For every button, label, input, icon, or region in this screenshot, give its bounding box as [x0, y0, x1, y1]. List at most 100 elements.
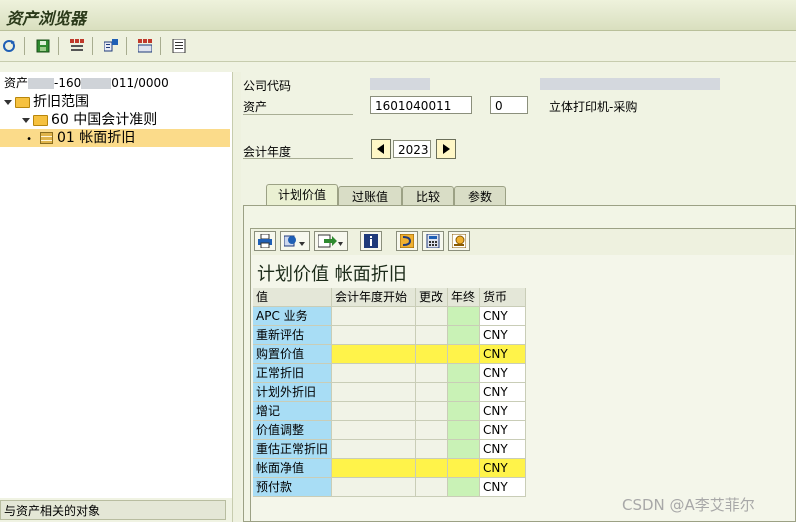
cell-currency[interactable]: CNY	[480, 402, 526, 421]
panel-splitter[interactable]	[232, 72, 241, 522]
export-dropdown-icon[interactable]	[314, 231, 348, 251]
row-label[interactable]: 购置价值	[253, 345, 332, 364]
cell-fiscal-year-start[interactable]	[332, 421, 416, 440]
column-header-change[interactable]: 更改	[416, 288, 448, 307]
asset-description: 立体打印机-采购	[549, 100, 638, 114]
tree-expand-icon[interactable]	[68, 37, 86, 55]
cell-year-end[interactable]	[448, 345, 480, 364]
list-icon[interactable]	[170, 37, 188, 55]
cell-currency[interactable]: CNY	[480, 478, 526, 497]
cell-fiscal-year-start[interactable]	[332, 345, 416, 364]
tab-parameters[interactable]: 参数	[454, 186, 506, 206]
grid-toolbar	[252, 229, 794, 255]
cell-fiscal-year-start[interactable]	[332, 383, 416, 402]
view-dropdown-icon[interactable]	[280, 231, 310, 251]
next-year-button[interactable]	[436, 139, 456, 159]
folder-icon	[15, 96, 30, 108]
section-title: 计划价值 帐面折旧	[257, 264, 407, 285]
row-label[interactable]: 价值调整	[253, 421, 332, 440]
cell-fiscal-year-start[interactable]	[332, 478, 416, 497]
row-label[interactable]: APC 业务	[253, 307, 332, 326]
cell-fiscal-year-start[interactable]	[332, 402, 416, 421]
settings-icon[interactable]	[136, 37, 154, 55]
asset-number-field[interactable]: 1601040011	[370, 96, 472, 114]
cell-currency[interactable]: CNY	[480, 307, 526, 326]
tab-posted-values[interactable]: 过账值	[338, 186, 402, 206]
cell-year-end[interactable]	[448, 402, 480, 421]
cell-fiscal-year-start[interactable]	[332, 307, 416, 326]
column-header-year-end[interactable]: 年终	[448, 288, 480, 307]
cell-change[interactable]	[416, 421, 448, 440]
cell-year-end[interactable]	[448, 440, 480, 459]
cell-year-end[interactable]	[448, 364, 480, 383]
asset-tree-panel: 资产 -160 011/0000 折旧范围 60 中国会计准则 • 01 帐面折旧	[0, 72, 233, 498]
cell-fiscal-year-start[interactable]	[332, 326, 416, 345]
tab-planned-values[interactable]: 计划价值	[266, 184, 338, 206]
row-label[interactable]: 增记	[253, 402, 332, 421]
cell-change[interactable]	[416, 307, 448, 326]
cell-currency[interactable]: CNY	[480, 440, 526, 459]
related-objects-panel[interactable]: 与资产相关的对象	[0, 500, 226, 520]
cell-change[interactable]	[416, 440, 448, 459]
cell-year-end[interactable]	[448, 478, 480, 497]
cell-change[interactable]	[416, 402, 448, 421]
tree-node-accounting-standard[interactable]: 60 中国会计准则	[22, 111, 157, 129]
hierarchy-icon[interactable]	[102, 37, 120, 55]
row-label[interactable]: 重新评估	[253, 326, 332, 345]
tree-node-book-depreciation[interactable]: • 01 帐面折旧	[0, 129, 230, 147]
asset-subnumber-field[interactable]: 0	[490, 96, 528, 114]
cell-change[interactable]	[416, 459, 448, 478]
row-label[interactable]: 正常折旧	[253, 364, 332, 383]
fiscal-year-field[interactable]: 2023	[393, 140, 431, 158]
window-title: 资产浏览器	[6, 9, 87, 28]
tab-comparison[interactable]: 比较	[402, 186, 454, 206]
cell-change[interactable]	[416, 364, 448, 383]
cell-year-end[interactable]	[448, 307, 480, 326]
graphic-icon[interactable]	[396, 231, 418, 251]
cell-currency[interactable]: CNY	[480, 383, 526, 402]
company-code-masked	[370, 78, 430, 90]
cell-year-end[interactable]	[448, 459, 480, 478]
folder-icon	[33, 114, 48, 126]
cell-year-end[interactable]	[448, 421, 480, 440]
cell-fiscal-year-start[interactable]	[332, 440, 416, 459]
cell-change[interactable]	[416, 345, 448, 364]
print-icon[interactable]	[254, 231, 276, 251]
cell-currency[interactable]: CNY	[480, 345, 526, 364]
asset-tree-header: 资产 -160 011/0000	[4, 76, 169, 90]
cell-change[interactable]	[416, 326, 448, 345]
title-bar: 资产浏览器	[0, 0, 796, 31]
cell-fiscal-year-start[interactable]	[332, 459, 416, 478]
row-label[interactable]: 帐面净值	[253, 459, 332, 478]
application-toolbar	[0, 31, 796, 62]
tree-node-depreciation-area[interactable]: 折旧范围	[4, 93, 89, 111]
company-name-masked	[540, 78, 720, 90]
column-header-fiscal-year-start[interactable]: 会计年度开始	[332, 288, 416, 307]
chevron-down-icon[interactable]	[22, 117, 30, 123]
cell-currency[interactable]: CNY	[480, 421, 526, 440]
calculator-icon[interactable]	[422, 231, 444, 251]
watermark: CSDN @A李艾菲尔	[622, 496, 755, 514]
row-label[interactable]: 计划外折旧	[253, 383, 332, 402]
row-label[interactable]: 预付款	[253, 478, 332, 497]
cell-change[interactable]	[416, 478, 448, 497]
masked-text	[81, 78, 112, 89]
cell-year-end[interactable]	[448, 326, 480, 345]
save-icon[interactable]	[34, 37, 52, 55]
previous-year-button[interactable]	[371, 139, 391, 159]
cell-currency[interactable]: CNY	[480, 326, 526, 345]
column-header-value[interactable]: 值	[253, 288, 332, 307]
cell-change[interactable]	[416, 383, 448, 402]
column-header-currency[interactable]: 货币	[480, 288, 526, 307]
masked-text	[28, 78, 55, 89]
chevron-down-icon[interactable]	[4, 99, 12, 105]
cell-year-end[interactable]	[448, 383, 480, 402]
info-icon[interactable]	[360, 231, 382, 251]
cell-currency[interactable]: CNY	[480, 459, 526, 478]
row-label[interactable]: 重估正常折旧	[253, 440, 332, 459]
table-icon	[40, 132, 53, 144]
cell-fiscal-year-start[interactable]	[332, 364, 416, 383]
refresh-icon[interactable]	[0, 37, 18, 55]
currency-icon[interactable]	[448, 231, 470, 251]
cell-currency[interactable]: CNY	[480, 364, 526, 383]
